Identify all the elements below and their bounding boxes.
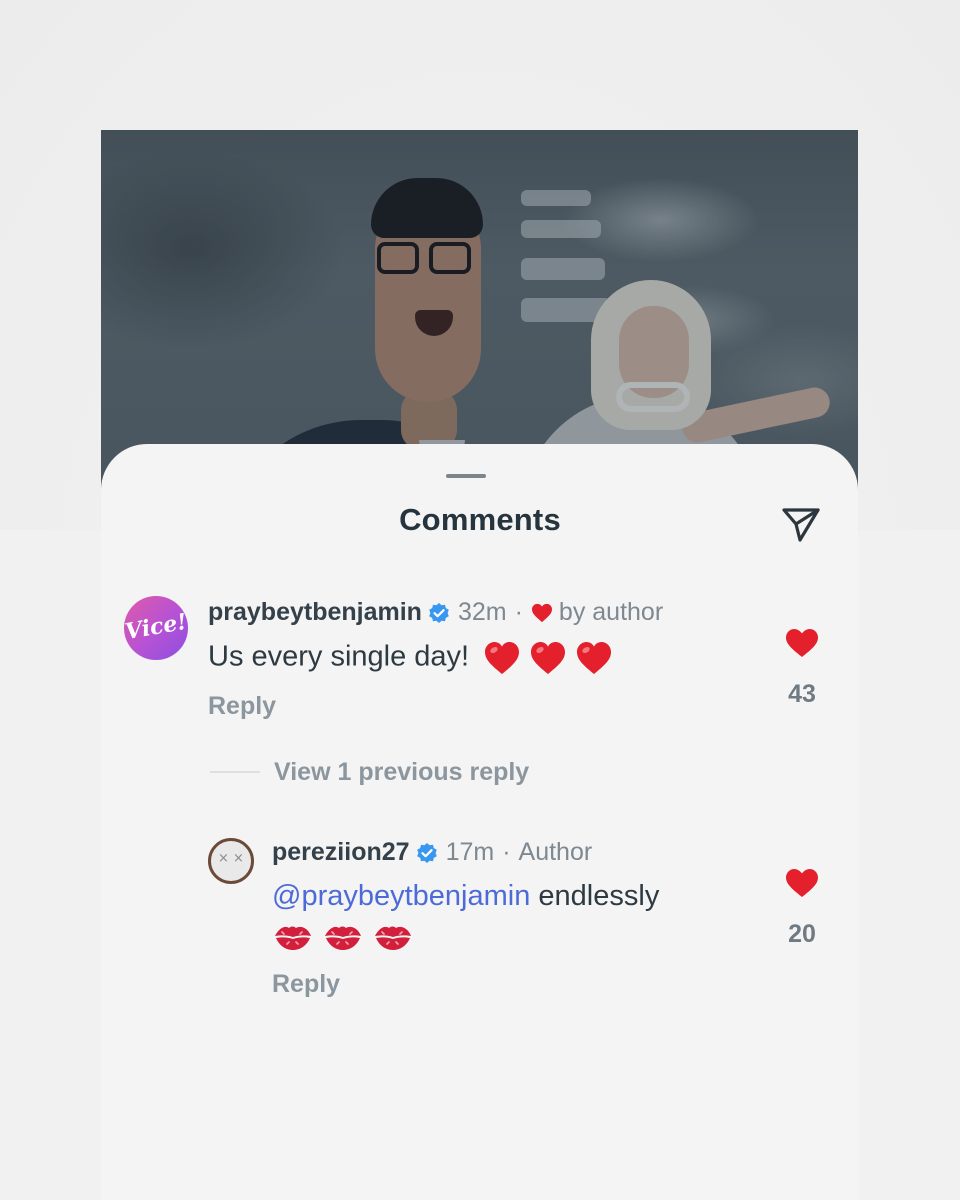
liked-by-author-label: by author — [558, 598, 664, 626]
comment-text: Us every single day! — [208, 640, 613, 676]
avatar[interactable]: Vice! — [124, 596, 188, 660]
paper-plane-icon[interactable] — [778, 500, 824, 546]
meta-separator: · — [502, 838, 511, 866]
thread-divider — [210, 771, 260, 773]
comment-meta: praybeytbenjamin 32m · by author — [208, 598, 663, 627]
comment-time: 32m — [457, 598, 507, 626]
avatar-logo-text: × × — [218, 851, 244, 866]
reply-time: 17m — [445, 838, 495, 866]
mention-link[interactable]: @praybeytbenjamin — [272, 880, 530, 912]
kiss-mark-icon — [275, 926, 311, 951]
comment-body: Us every single day! — [208, 640, 470, 673]
like-heart-icon[interactable] — [785, 628, 819, 658]
reply-button[interactable]: Reply — [208, 692, 276, 721]
view-replies-button[interactable]: View 1 previous reply — [274, 758, 529, 787]
comment-username[interactable]: praybeytbenjamin — [208, 598, 422, 627]
reply-button[interactable]: Reply — [272, 970, 340, 999]
red-heart-icon — [531, 642, 566, 674]
drag-handle[interactable] — [446, 474, 486, 478]
comments-sheet — [101, 444, 858, 1200]
reply-body: endlessly — [538, 880, 660, 912]
meta-separator: · — [514, 598, 523, 626]
reply-text-line-1: @praybeytbenjamin endlessly — [272, 880, 659, 913]
like-count: 20 — [788, 920, 816, 948]
kiss-mark-icon — [375, 926, 411, 951]
like-count: 43 — [788, 680, 816, 708]
author-liked-heart-icon — [531, 603, 552, 622]
page: Comments Vice! praybeytbenjamin 32m · by… — [0, 0, 960, 1200]
avatar[interactable]: × × — [208, 838, 254, 884]
red-heart-icon — [485, 642, 520, 674]
verified-badge-icon — [416, 842, 437, 863]
reply-username[interactable]: pereziion27 — [272, 838, 410, 867]
verified-badge-icon — [429, 602, 449, 623]
author-label: Author — [518, 838, 593, 866]
red-heart-icon — [577, 642, 612, 674]
avatar-logo-text: Vice! — [124, 608, 188, 646]
reply-text-line-2 — [272, 920, 414, 953]
reply-meta: pereziion27 17m · Author — [272, 838, 592, 867]
like-heart-icon[interactable] — [785, 868, 819, 898]
kiss-mark-icon — [325, 926, 361, 951]
